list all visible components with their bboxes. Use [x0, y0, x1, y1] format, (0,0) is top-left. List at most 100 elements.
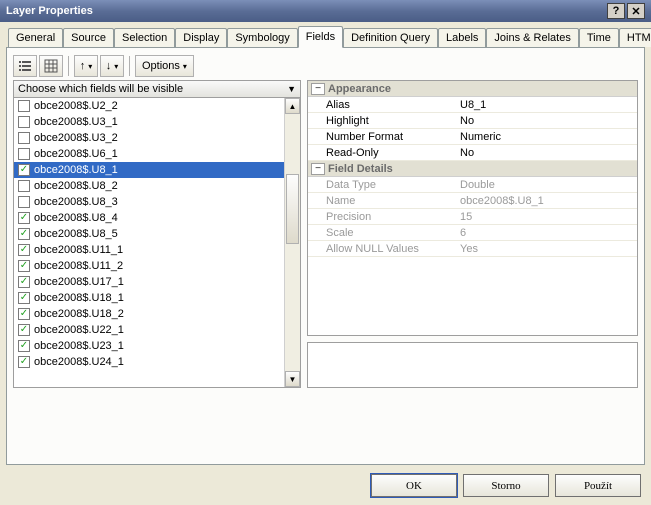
group-header: −Appearance	[308, 81, 637, 97]
field-checkbox[interactable]	[18, 148, 30, 160]
property-row: Data TypeDouble	[308, 177, 637, 193]
scrollbar[interactable]: ▲ ▼	[284, 98, 300, 387]
tab-selection[interactable]: Selection	[114, 28, 175, 47]
table-view-button[interactable]	[39, 55, 63, 77]
field-checkbox[interactable]	[18, 132, 30, 144]
help-button[interactable]: ?	[607, 3, 625, 19]
property-row[interactable]: AliasU8_1	[308, 97, 637, 113]
field-checkbox[interactable]	[18, 196, 30, 208]
chevron-down-icon: ▾	[114, 62, 118, 71]
field-row[interactable]: ✓ obce2008$.U8_1	[14, 162, 284, 178]
field-checkbox[interactable]: ✓	[18, 324, 30, 336]
field-checkbox[interactable]: ✓	[18, 356, 30, 368]
property-label: Alias	[308, 99, 458, 111]
collapse-toggle[interactable]: −	[311, 83, 325, 95]
property-row: Allow NULL ValuesYes	[308, 241, 637, 257]
field-list-header-label: Choose which fields will be visible	[18, 83, 183, 95]
titlebar: Layer Properties ? ✕	[0, 0, 651, 22]
property-row[interactable]: Number FormatNumeric	[308, 129, 637, 145]
field-row[interactable]: obce2008$.U3_2	[14, 130, 284, 146]
tab-general[interactable]: General	[8, 28, 63, 47]
property-label: Highlight	[308, 115, 458, 127]
field-label: obce2008$.U18_1	[34, 292, 124, 304]
table-icon	[44, 59, 58, 73]
tab-html-popup[interactable]: HTML Popup	[619, 28, 651, 47]
field-label: obce2008$.U2_2	[34, 100, 118, 112]
field-label: obce2008$.U24_1	[34, 356, 124, 368]
field-checkbox[interactable]: ✓	[18, 260, 30, 272]
property-label: Read-Only	[308, 147, 458, 159]
options-label: Options	[142, 60, 180, 72]
property-value: No	[458, 115, 637, 127]
property-label: Number Format	[308, 131, 458, 143]
cancel-button[interactable]: Storno	[463, 474, 549, 497]
move-up-button[interactable]: ↑▾	[74, 55, 98, 77]
property-value: Double	[458, 179, 637, 191]
property-row[interactable]: Read-OnlyNo	[308, 145, 637, 161]
field-label: obce2008$.U8_4	[34, 212, 118, 224]
field-checkbox[interactable]: ✓	[18, 244, 30, 256]
move-down-button[interactable]: ↓▾	[100, 55, 124, 77]
property-value: 15	[458, 211, 637, 223]
field-row[interactable]: ✓obce2008$.U8_5	[14, 226, 284, 242]
tab-fields[interactable]: Fields	[298, 26, 343, 48]
fields-tab-panel: ↑▾ ↓▾ Options ▾ Choose which fields will…	[6, 47, 645, 465]
field-row[interactable]: ✓obce2008$.U18_2	[14, 306, 284, 322]
field-checkbox[interactable]: ✓	[18, 340, 30, 352]
ok-button[interactable]: OK	[371, 474, 457, 497]
field-checkbox[interactable]	[18, 180, 30, 192]
options-button[interactable]: Options ▾	[135, 55, 194, 77]
tab-source[interactable]: Source	[63, 28, 114, 47]
field-row[interactable]: ✓obce2008$.U22_1	[14, 322, 284, 338]
field-label: obce2008$.U3_2	[34, 132, 118, 144]
field-list: obce2008$.U2_2 obce2008$.U3_1 obce2008$.U3…	[13, 98, 301, 388]
field-row[interactable]: obce2008$.U6_1	[14, 146, 284, 162]
field-row[interactable]: obce2008$.U2_2	[14, 98, 284, 114]
tab-time[interactable]: Time	[579, 28, 619, 47]
property-row: Nameobce2008$.U8_1	[308, 193, 637, 209]
scroll-down-button[interactable]: ▼	[285, 371, 300, 387]
tab-display[interactable]: Display	[175, 28, 227, 47]
field-label: obce2008$.U17_1	[34, 276, 124, 288]
field-checkbox[interactable]: ✓	[18, 308, 30, 320]
field-checkbox[interactable]	[18, 100, 30, 112]
field-checkbox[interactable]: ✓	[18, 228, 30, 240]
field-row[interactable]: ✓ obce2008$.U11_2	[14, 258, 284, 274]
field-checkbox[interactable]: ✓	[18, 276, 30, 288]
field-row[interactable]: ✓ obce2008$.U18_1	[14, 290, 284, 306]
property-label: Precision	[308, 211, 458, 223]
field-row[interactable]: ✓obce2008$.U11_1	[14, 242, 284, 258]
group-header: −Field Details	[308, 161, 637, 177]
chevron-down-icon: ▾	[183, 62, 187, 71]
property-row[interactable]: HighlightNo	[308, 113, 637, 129]
field-label: obce2008$.U11_2	[34, 260, 123, 272]
close-button[interactable]: ✕	[627, 3, 645, 19]
field-label: obce2008$.U8_1	[34, 164, 118, 176]
field-checkbox[interactable]	[18, 116, 30, 128]
field-row[interactable]: obce2008$.U8_2	[14, 178, 284, 194]
field-checkbox[interactable]: ✓	[18, 164, 30, 176]
tab-labels[interactable]: Labels	[438, 28, 486, 47]
field-row[interactable]: ✓ obce2008$.U8_4	[14, 210, 284, 226]
property-value: U8_1	[458, 99, 637, 111]
group-title: Field Details	[328, 163, 393, 175]
field-row[interactable]: ✓ obce2008$.U17_1	[14, 274, 284, 290]
field-checkbox[interactable]: ✓	[18, 212, 30, 224]
property-value: No	[458, 147, 637, 159]
field-checkbox[interactable]: ✓	[18, 292, 30, 304]
tab-symbology[interactable]: Symbology	[227, 28, 297, 47]
scroll-thumb[interactable]	[286, 174, 299, 244]
apply-button[interactable]: Použít	[555, 474, 641, 497]
scroll-up-button[interactable]: ▲	[285, 98, 300, 114]
collapse-toggle[interactable]: −	[311, 163, 325, 175]
field-row[interactable]: ✓ obce2008$.U24_1	[14, 354, 284, 370]
scroll-track[interactable]	[285, 114, 300, 371]
tab-joins-relates[interactable]: Joins & Relates	[486, 28, 578, 47]
field-row[interactable]: ✓obce2008$.U23_1	[14, 338, 284, 354]
tab-definition-query[interactable]: Definition Query	[343, 28, 438, 47]
field-row[interactable]: obce2008$.U3_1	[14, 114, 284, 130]
property-value: obce2008$.U8_1	[458, 195, 637, 207]
field-list-header[interactable]: Choose which fields will be visible ▼	[13, 80, 301, 98]
list-view-button[interactable]	[13, 55, 37, 77]
field-row[interactable]: obce2008$.U8_3	[14, 194, 284, 210]
